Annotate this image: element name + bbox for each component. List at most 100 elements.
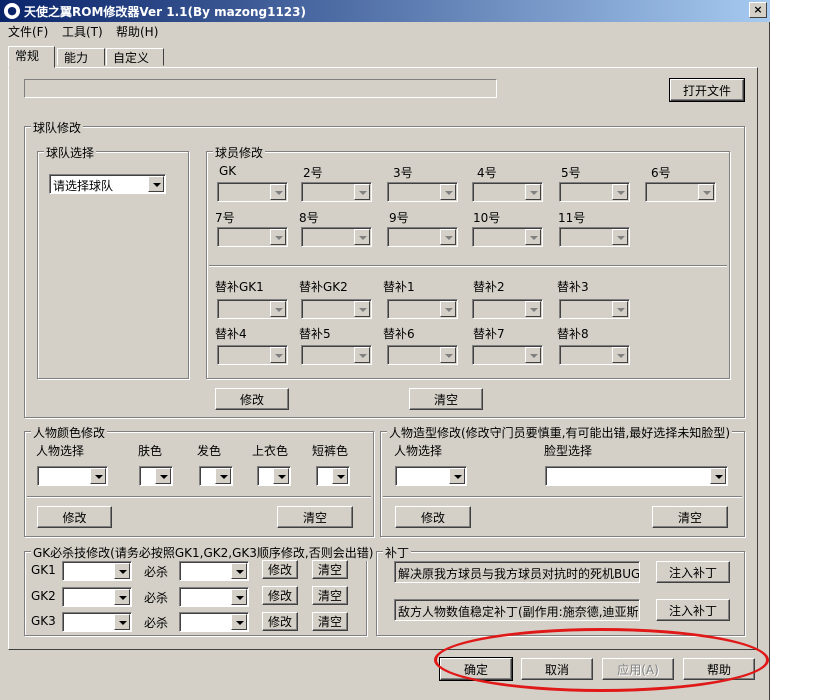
team-modify-button[interactable]: 修改 xyxy=(215,388,289,410)
chevron-down-icon[interactable] xyxy=(231,589,247,605)
tab-ability[interactable]: 能力 xyxy=(57,48,105,66)
sub-combo-8[interactable] xyxy=(559,345,630,365)
face-type-combo[interactable] xyxy=(545,466,728,486)
chevron-down-icon[interactable] xyxy=(273,468,289,484)
chevron-down-icon[interactable] xyxy=(440,229,456,245)
chevron-down-icon[interactable] xyxy=(612,347,628,363)
chevron-down-icon[interactable] xyxy=(440,347,456,363)
gk2-clear-button[interactable]: 清空 xyxy=(312,586,348,605)
chevron-down-icon[interactable] xyxy=(114,589,130,605)
chevron-down-icon[interactable] xyxy=(354,301,370,317)
gk3-modify-button[interactable]: 修改 xyxy=(262,612,298,631)
chevron-down-icon[interactable] xyxy=(525,347,541,363)
shape-modify-button[interactable]: 修改 xyxy=(395,506,471,528)
skin-color-combo[interactable] xyxy=(139,466,173,486)
gk1-clear-button[interactable]: 清空 xyxy=(312,560,348,579)
shirt-color-combo[interactable] xyxy=(257,466,291,486)
sub-combo-1[interactable] xyxy=(387,299,458,319)
gk3-clear-button[interactable]: 清空 xyxy=(312,612,348,631)
sub-combo-gk2[interactable] xyxy=(301,299,372,319)
help-button[interactable]: 帮助 xyxy=(683,658,755,680)
player-combo-5[interactable] xyxy=(559,182,630,202)
file-path-field[interactable] xyxy=(24,79,497,98)
menu-tools[interactable]: 工具(T) xyxy=(62,23,103,40)
gk2-skill-combo[interactable] xyxy=(179,587,249,607)
sub-combo-gk1[interactable] xyxy=(217,299,288,319)
patch-1-inject-button[interactable]: 注入补丁 xyxy=(656,561,730,583)
player-combo-8[interactable] xyxy=(301,227,372,247)
player-combo-3[interactable] xyxy=(387,182,458,202)
player-combo-6[interactable] xyxy=(645,182,716,202)
chevron-down-icon[interactable] xyxy=(270,301,286,317)
sub-combo-3[interactable] xyxy=(559,299,630,319)
chevron-down-icon[interactable] xyxy=(270,184,286,200)
tab-custom[interactable]: 自定义 xyxy=(106,48,164,66)
player-combo-10[interactable] xyxy=(472,227,543,247)
gk2-combo[interactable] xyxy=(62,587,132,607)
ok-button[interactable]: 确定 xyxy=(439,657,513,681)
player-combo-gk[interactable] xyxy=(217,182,288,202)
chevron-down-icon[interactable] xyxy=(449,468,465,484)
chevron-down-icon[interactable] xyxy=(215,468,231,484)
chevron-down-icon[interactable] xyxy=(231,614,247,630)
chevron-down-icon[interactable] xyxy=(612,229,628,245)
sub-combo-2[interactable] xyxy=(472,299,543,319)
gk2-modify-button[interactable]: 修改 xyxy=(262,586,298,605)
player-combo-2[interactable] xyxy=(301,182,372,202)
menu-file[interactable]: 文件(F) xyxy=(8,23,48,40)
tab-general[interactable]: 常规 xyxy=(8,46,55,68)
sub-combo-6[interactable] xyxy=(387,345,458,365)
gk1-skill-combo[interactable] xyxy=(179,561,249,581)
patch-2-description[interactable]: 敌方人物数值稳定补丁(副作用:施奈德,迪亚斯 xyxy=(394,599,640,621)
patch-2-inject-button[interactable]: 注入补丁 xyxy=(656,599,730,621)
chevron-down-icon[interactable] xyxy=(612,301,628,317)
color-clear-button[interactable]: 清空 xyxy=(277,506,353,528)
chevron-down-icon[interactable] xyxy=(270,229,286,245)
hair-color-combo[interactable] xyxy=(199,466,233,486)
team-clear-button[interactable]: 清空 xyxy=(409,388,483,410)
player-combo-11[interactable] xyxy=(559,227,630,247)
player-combo-4[interactable] xyxy=(472,182,543,202)
chevron-down-icon[interactable] xyxy=(231,563,247,579)
chevron-down-icon[interactable] xyxy=(155,468,171,484)
chevron-down-icon[interactable] xyxy=(440,184,456,200)
chevron-down-icon[interactable] xyxy=(114,563,130,579)
chevron-down-icon[interactable] xyxy=(710,468,726,484)
sub-combo-4[interactable] xyxy=(217,345,288,365)
chevron-down-icon[interactable] xyxy=(354,229,370,245)
chevron-down-icon[interactable] xyxy=(114,614,130,630)
cancel-button[interactable]: 取消 xyxy=(521,658,593,680)
gk3-combo[interactable] xyxy=(62,612,132,632)
close-button[interactable]: × xyxy=(749,2,767,18)
menu-help[interactable]: 帮助(H) xyxy=(116,23,158,40)
shorts-color-combo[interactable] xyxy=(316,466,350,486)
chevron-down-icon[interactable] xyxy=(525,229,541,245)
sub-combo-5[interactable] xyxy=(301,345,372,365)
chevron-down-icon[interactable] xyxy=(332,468,348,484)
patch-1-description[interactable]: 解决原我方球员与我方球员对抗时的死机BUG xyxy=(394,561,640,583)
team-select-combo[interactable]: 请选择球队 xyxy=(49,174,166,194)
chevron-down-icon[interactable] xyxy=(612,184,628,200)
gk3-skill-combo[interactable] xyxy=(179,612,249,632)
chevron-down-icon[interactable] xyxy=(354,184,370,200)
chevron-down-icon[interactable] xyxy=(90,468,106,484)
color-person-combo[interactable] xyxy=(37,466,108,486)
gk1-combo[interactable] xyxy=(62,561,132,581)
sub-combo-7[interactable] xyxy=(472,345,543,365)
apply-button[interactable]: 应用(A) xyxy=(602,658,674,680)
player-combo-9[interactable] xyxy=(387,227,458,247)
chevron-down-icon[interactable] xyxy=(525,184,541,200)
color-modify-button[interactable]: 修改 xyxy=(37,506,112,528)
app-icon[interactable]: ● xyxy=(4,3,20,19)
open-file-button[interactable]: 打开文件 xyxy=(669,78,745,102)
player-combo-7[interactable] xyxy=(217,227,288,247)
chevron-down-icon[interactable] xyxy=(148,176,164,192)
shape-clear-button[interactable]: 清空 xyxy=(652,506,728,528)
chevron-down-icon[interactable] xyxy=(354,347,370,363)
chevron-down-icon[interactable] xyxy=(698,184,714,200)
chevron-down-icon[interactable] xyxy=(270,347,286,363)
shape-person-combo[interactable] xyxy=(395,466,467,486)
gk1-modify-button[interactable]: 修改 xyxy=(262,560,298,579)
chevron-down-icon[interactable] xyxy=(525,301,541,317)
title-bar[interactable]: ● 天使之翼ROM修改器Ver 1.1(By mazong1123) × xyxy=(0,0,770,22)
